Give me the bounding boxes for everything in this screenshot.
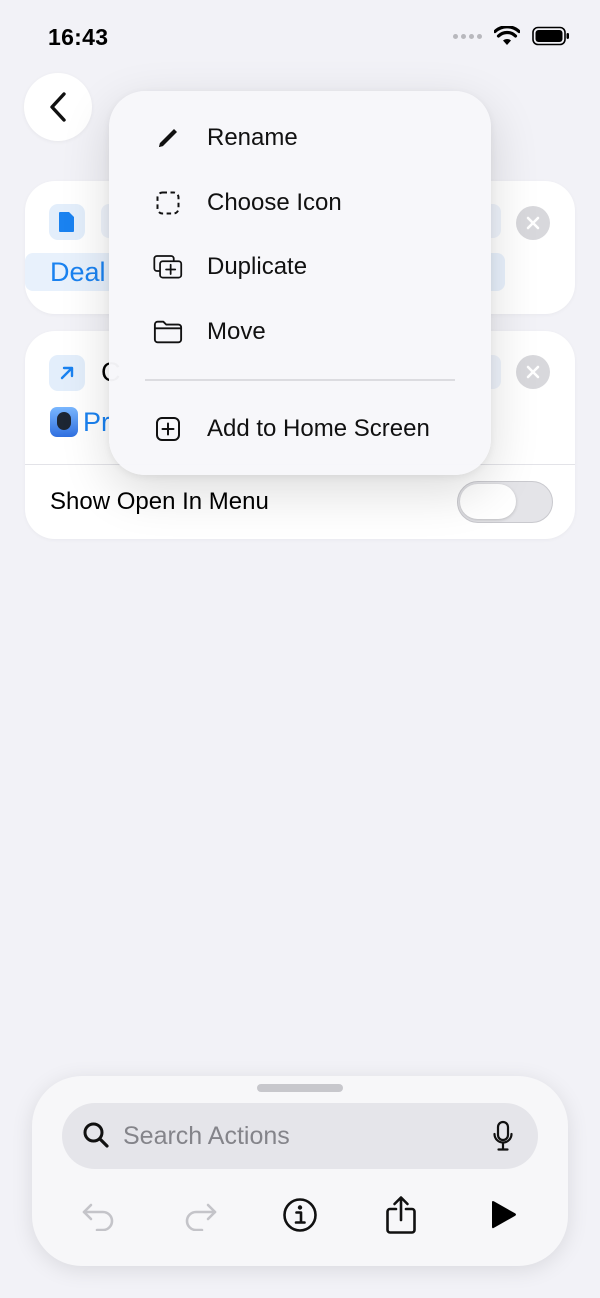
arrow-up-right-icon: [49, 355, 85, 391]
menu-label: Add to Home Screen: [207, 415, 430, 442]
microphone-icon[interactable]: [492, 1120, 514, 1157]
redo-icon: [185, 1203, 217, 1231]
document-icon: [49, 204, 85, 240]
app-icon: [50, 407, 78, 437]
remove-action-button[interactable]: [516, 355, 550, 389]
pencil-icon: [153, 123, 183, 153]
redo-button[interactable]: [174, 1189, 226, 1241]
search-actions-field[interactable]: [62, 1103, 538, 1169]
info-icon: [283, 1198, 317, 1232]
show-open-in-menu-label: Show Open In Menu: [50, 488, 269, 515]
wifi-icon: [494, 26, 520, 45]
chevron-left-icon: [50, 92, 66, 122]
close-icon: [526, 365, 540, 379]
shortcut-context-menu: Rename Choose Icon Duplicate Move Add to…: [109, 91, 491, 475]
menu-item-rename[interactable]: Rename: [109, 106, 491, 170]
cellular-signal-icon: [453, 33, 482, 39]
undo-button[interactable]: [73, 1189, 125, 1241]
run-button[interactable]: [477, 1189, 529, 1241]
info-button[interactable]: [274, 1189, 326, 1241]
menu-item-duplicate[interactable]: Duplicate: [109, 235, 491, 299]
share-icon: [386, 1196, 416, 1234]
search-actions-input[interactable]: [123, 1116, 463, 1156]
play-icon: [492, 1200, 516, 1229]
menu-item-choose-icon[interactable]: Choose Icon: [109, 171, 491, 235]
menu-label: Duplicate: [207, 253, 308, 280]
remove-action-button[interactable]: [516, 206, 550, 240]
menu-item-move[interactable]: Move: [109, 300, 491, 364]
card-app-name: Pr: [83, 407, 110, 437]
share-button[interactable]: [375, 1189, 427, 1241]
close-icon: [526, 216, 540, 230]
battery-icon: [532, 26, 569, 46]
menu-label: Choose Icon: [207, 189, 342, 216]
status-time: 16:43: [48, 24, 109, 50]
menu-label: Move: [207, 318, 266, 345]
plus-square-icon: [153, 414, 183, 444]
status-icons: [453, 26, 570, 46]
search-icon: [82, 1121, 110, 1154]
menu-label: Rename: [207, 124, 298, 151]
card-text-value: Deal: [50, 257, 106, 287]
duplicate-icon: [153, 252, 183, 282]
menu-item-add-to-home-screen[interactable]: Add to Home Screen: [109, 397, 491, 461]
show-open-in-menu-toggle[interactable]: [457, 481, 553, 523]
undo-icon: [82, 1203, 114, 1231]
menu-separator: [145, 379, 455, 381]
folder-icon: [153, 317, 183, 347]
action-panel: [32, 1076, 568, 1266]
sheet-grabber[interactable]: [257, 1084, 343, 1092]
status-bar: 16:43: [0, 0, 600, 76]
dashed-square-icon: [153, 188, 183, 218]
toggle-knob: [460, 484, 516, 519]
back-button[interactable]: [24, 73, 92, 141]
